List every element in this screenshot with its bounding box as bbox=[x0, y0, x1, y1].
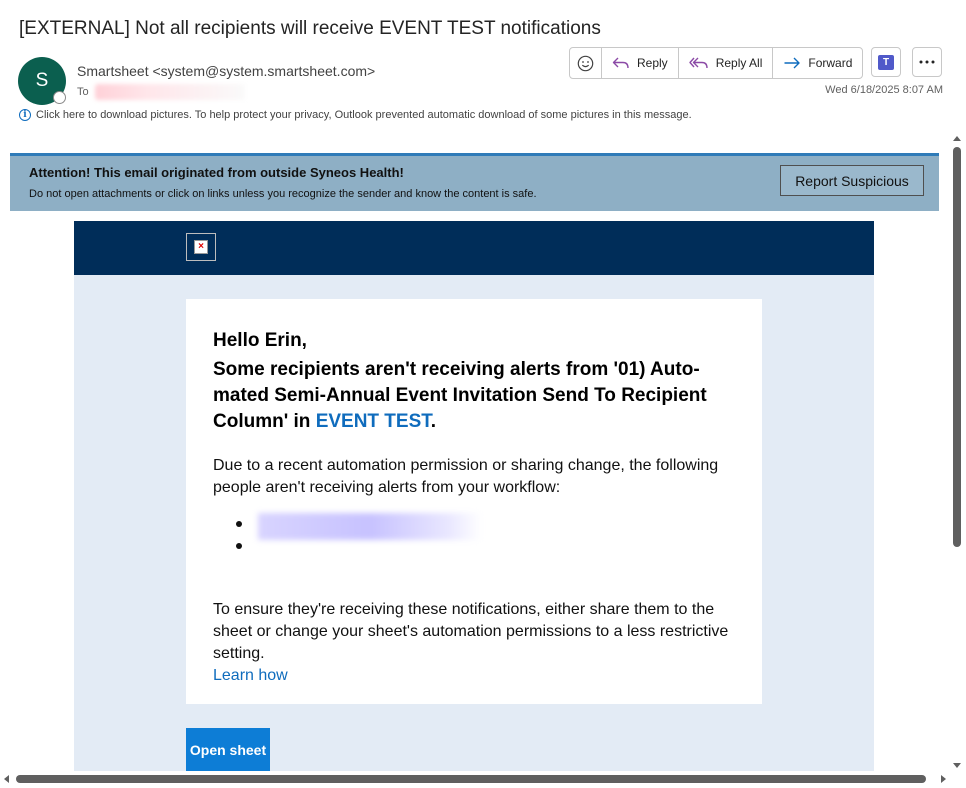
sender-name[interactable]: Smartsheet <system@system.smartsheet.com… bbox=[77, 63, 375, 79]
email-content-card: Hello Erin, Some recipients aren't recei… bbox=[186, 299, 762, 704]
email-header-bar: × bbox=[74, 221, 874, 275]
reply-all-icon bbox=[688, 57, 708, 69]
banner-warning-text: Do not open attachments or click on link… bbox=[29, 188, 537, 200]
broken-image-placeholder[interactable]: × bbox=[186, 233, 216, 261]
external-email-banner: Attention! This email originated from ou… bbox=[10, 153, 939, 211]
instructions-paragraph: To ensure they're receiving these notifi… bbox=[213, 601, 729, 684]
more-actions-button[interactable] bbox=[912, 47, 942, 77]
bullet-icon bbox=[236, 543, 242, 549]
horizontal-scrollbar[interactable] bbox=[0, 772, 950, 786]
info-icon: i bbox=[19, 109, 31, 121]
message-subject: [EXTERNAL] Not all recipients will recei… bbox=[19, 18, 601, 39]
scroll-down-icon[interactable] bbox=[953, 763, 961, 768]
greeting: Hello Erin, bbox=[213, 330, 307, 351]
reply-label: Reply bbox=[637, 56, 668, 70]
explanation-paragraph: Due to a recent automation permission or… bbox=[213, 457, 719, 496]
open-sheet-button[interactable]: Open sheet bbox=[186, 728, 270, 771]
recipient-list bbox=[213, 513, 513, 557]
privacy-notice-text: Click here to download pictures. To help… bbox=[36, 109, 692, 121]
received-date: Wed 6/18/2025 8:07 AM bbox=[825, 84, 943, 96]
forward-button[interactable]: Forward bbox=[773, 48, 862, 78]
email-heading: Some recipients aren't receiving alerts … bbox=[213, 359, 707, 432]
teams-share-button[interactable]: T bbox=[871, 47, 901, 77]
smiley-icon bbox=[577, 55, 594, 71]
sheet-link[interactable]: EVENT TEST bbox=[316, 411, 431, 432]
learn-how-link[interactable]: Learn how bbox=[213, 667, 288, 684]
bullet-icon bbox=[236, 521, 242, 527]
vertical-scroll-thumb[interactable] bbox=[953, 147, 961, 547]
reply-button[interactable]: Reply bbox=[602, 48, 679, 78]
avatar-initial: S bbox=[35, 70, 49, 91]
scroll-up-icon[interactable] bbox=[953, 136, 961, 141]
vertical-scrollbar[interactable] bbox=[950, 134, 964, 770]
download-pictures-notice[interactable]: i Click here to download pictures. To he… bbox=[19, 109, 692, 121]
reply-icon bbox=[612, 57, 629, 69]
presence-status-icon bbox=[53, 91, 66, 104]
redacted-recipient bbox=[94, 84, 245, 100]
message-actions-toolbar: Reply Reply All Forward bbox=[569, 47, 864, 79]
scroll-right-icon[interactable] bbox=[941, 775, 946, 783]
redacted-recipients bbox=[258, 513, 482, 540]
report-suspicious-button[interactable]: Report Suspicious bbox=[780, 165, 924, 196]
reply-all-button[interactable]: Reply All bbox=[679, 48, 774, 78]
teams-icon: T bbox=[878, 54, 894, 70]
horizontal-scroll-thumb[interactable] bbox=[16, 775, 926, 783]
recipients-row: To bbox=[77, 84, 245, 100]
more-dots-icon bbox=[919, 60, 935, 64]
broken-image-icon: × bbox=[194, 240, 208, 254]
forward-label: Forward bbox=[808, 56, 853, 70]
reply-all-label: Reply All bbox=[715, 56, 763, 70]
forward-arrow-icon bbox=[784, 57, 801, 69]
to-label: To bbox=[77, 86, 89, 98]
scroll-left-icon[interactable] bbox=[4, 775, 9, 783]
banner-title: Attention! This email originated from ou… bbox=[29, 165, 404, 180]
react-emoji-button[interactable] bbox=[570, 48, 602, 78]
